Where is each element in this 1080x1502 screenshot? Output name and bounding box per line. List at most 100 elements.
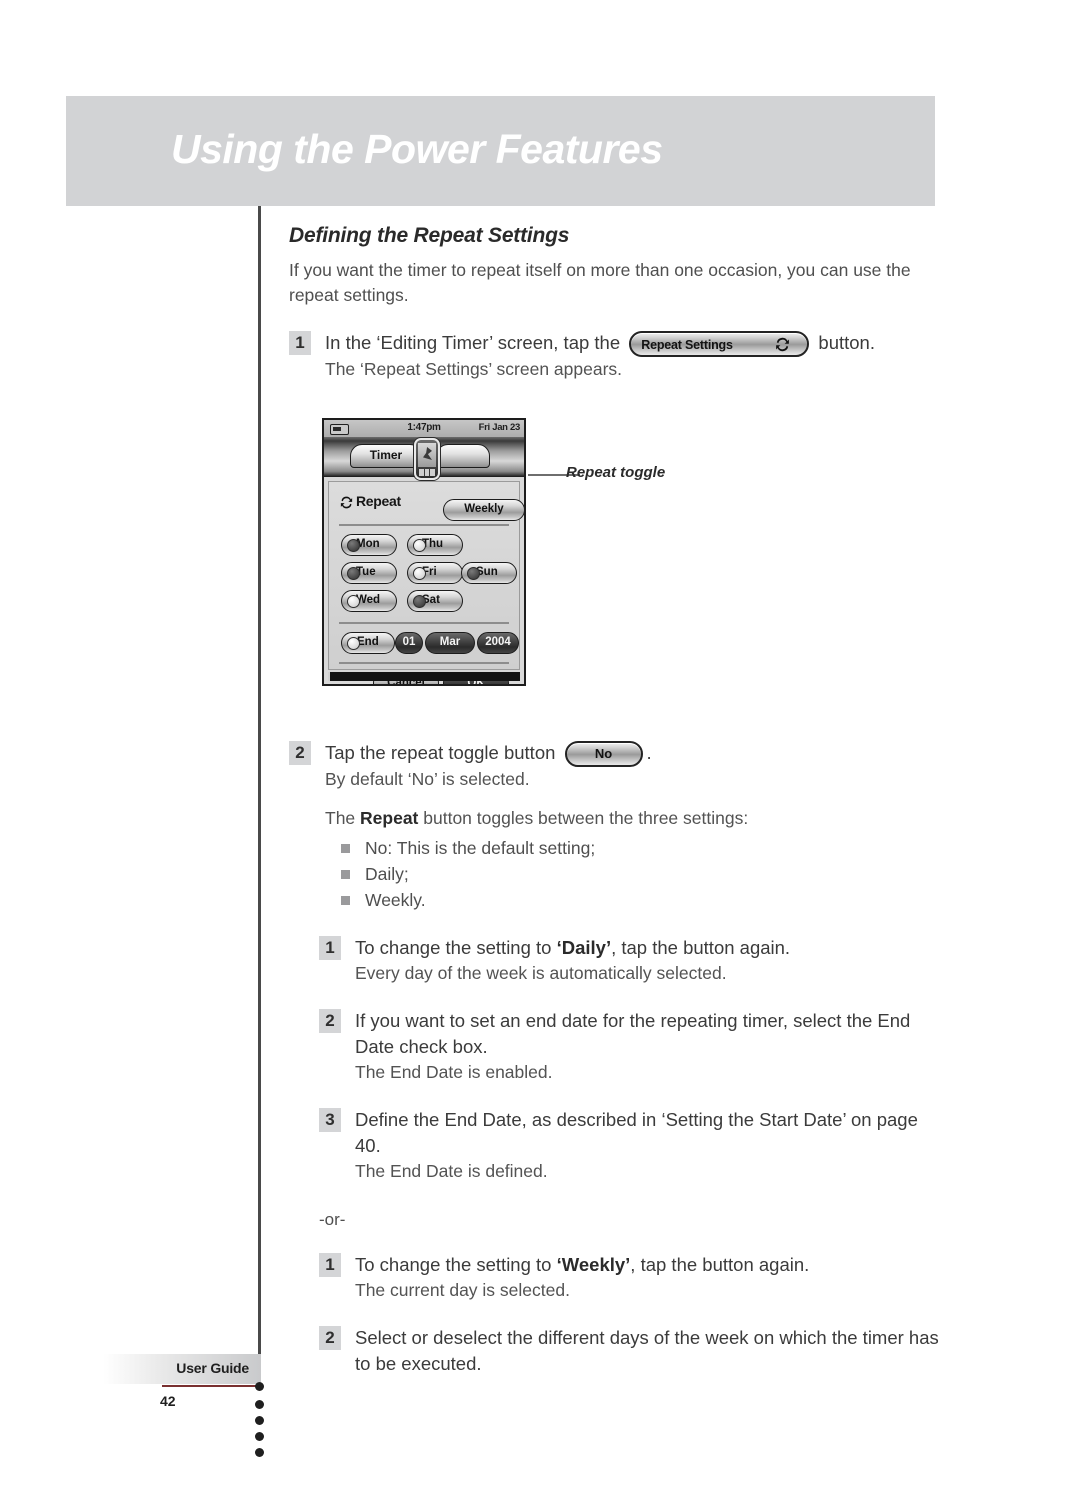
device-repeat-toggle-button[interactable]: Weekly	[443, 499, 524, 521]
step-2-text: Tap the repeat toggle button No .	[325, 740, 939, 768]
repeat-settings-bullet-list: No: This is the default setting; Daily; …	[325, 835, 939, 913]
step-daily-1: 1 To change the setting to ‘Daily’, tap …	[319, 935, 939, 986]
page-number: 42	[160, 1393, 176, 1409]
step-2-note: By default ‘No’ is selected.	[325, 769, 530, 790]
step-1-text: In the ‘Editing Timer’ screen, tap the R…	[325, 330, 939, 358]
list-item: Daily;	[325, 861, 939, 887]
step-daily-2: 2 If you want to set an end date for the…	[319, 1008, 939, 1085]
step-number-badge: 2	[289, 741, 311, 765]
step-2: 2 Tap the repeat toggle button No . By d…	[289, 740, 939, 913]
step-daily-2-text: If you want to set an end date for the r…	[355, 1010, 911, 1058]
weekly-1-before: To change the setting to	[355, 1254, 557, 1276]
repeat-settings-button[interactable]: Repeat Settings	[629, 331, 810, 358]
device-tab-timer-label: Timer	[369, 448, 403, 462]
step-2-text-after: .	[646, 742, 652, 763]
device-day-thu-indicator	[413, 539, 426, 552]
device-day-mon[interactable]: Mon	[341, 534, 397, 556]
device-end-date-year[interactable]: 2004	[477, 632, 519, 654]
content-column-lower: 2 Tap the repeat toggle button No . By d…	[289, 740, 939, 1377]
device-tab-bar: Timer	[324, 437, 524, 480]
step-daily-3-note: The End Date is defined.	[355, 1161, 548, 1182]
step-1-note: The ‘Repeat Settings’ screen appears.	[325, 359, 623, 380]
step-weekly-1-note: The current day is selected.	[355, 1280, 570, 1301]
step-daily-1-text: To change the setting to ‘Daily’, tap th…	[355, 935, 939, 961]
callout-label-repeat-toggle: Repeat toggle	[566, 464, 666, 481]
step-weekly-1: 1 To change the setting to ‘Weekly’, tap…	[319, 1252, 939, 1303]
square-bullet-icon	[341, 870, 350, 880]
step-number-badge: 2	[319, 1326, 341, 1351]
daily-1-before: To change the setting to	[355, 937, 557, 959]
step-1: 1 In the ‘Editing Timer’ screen, tap the…	[289, 330, 939, 382]
daily-1-after: , tap the button again.	[611, 937, 791, 959]
page-title: Using the Power Features	[171, 126, 663, 172]
step-weekly-2: 2 Select or deselect the different days …	[319, 1325, 939, 1377]
list-item: Weekly.	[325, 887, 939, 913]
device-end-date-checkbox[interactable]: End	[341, 632, 395, 654]
device-day-sun[interactable]: Sun	[461, 562, 517, 584]
device-bottom-bar	[328, 672, 520, 681]
toggle-intro-after: button toggles between the three setting…	[418, 808, 749, 829]
device-tab-timer[interactable]: Timer	[350, 444, 422, 468]
device-divider-top	[339, 524, 509, 526]
device-status-bar: 1:47pm Fri Jan 23	[324, 420, 524, 438]
device-day-wed[interactable]: Wed	[341, 590, 397, 612]
device-end-date-indicator	[347, 637, 360, 650]
step-weekly-1-text: To change the setting to ‘Weekly’, tap t…	[355, 1252, 939, 1278]
left-vertical-rule	[258, 206, 261, 1366]
device-frame: 1:47pm Fri Jan 23 Timer Repeat Weekly Mo…	[322, 418, 526, 686]
device-day-wed-indicator	[347, 595, 360, 608]
device-repeat-toggle-value: Weekly	[464, 503, 504, 515]
device-day-mon-indicator	[347, 539, 360, 552]
device-end-date-month[interactable]: Mar	[425, 632, 475, 654]
step-daily-3: 3 Define the End Date, as described in ‘…	[319, 1107, 939, 1184]
footer-dot	[255, 1432, 264, 1441]
device-divider-bottom	[339, 662, 509, 664]
device-day-sat[interactable]: Sat	[407, 590, 463, 612]
device-end-date-year-value: 2004	[485, 636, 511, 648]
step-daily-2-note: The End Date is enabled.	[355, 1062, 553, 1083]
device-thumbnail-icon	[414, 438, 440, 480]
device-date: Fri Jan 23	[478, 422, 521, 433]
device-thumbnail-screen	[418, 443, 436, 467]
step-number-badge: 1	[319, 1253, 341, 1278]
repeat-arrows-icon	[340, 496, 353, 509]
footer-dot	[255, 1382, 264, 1391]
page-header-band: Using the Power Features	[66, 96, 935, 206]
square-bullet-icon	[341, 896, 350, 906]
footer-underline	[162, 1385, 261, 1387]
step-2-toggle-intro: The Repeat button toggles between the th…	[325, 806, 939, 831]
step-number-badge: 1	[289, 331, 311, 355]
device-repeat-label: Repeat	[356, 493, 401, 509]
step-daily-3-text: Define the End Date, as described in ‘Se…	[355, 1109, 918, 1157]
step-number-badge: 2	[319, 1009, 341, 1034]
repeat-settings-button-label: Repeat Settings	[641, 338, 733, 353]
repeat-arrows-icon	[776, 337, 790, 352]
content-column: Defining the Repeat Settings If you want…	[289, 224, 939, 382]
device-day-tue-indicator	[347, 567, 360, 580]
step-2-text-before: Tap the repeat toggle button	[325, 742, 556, 763]
step-daily-1-note: Every day of the week is automatically s…	[355, 963, 727, 984]
device-day-tue[interactable]: Tue	[341, 562, 397, 584]
device-screen-body: Repeat Weekly Mon Thu Tue Fri Sun Wed Sa…	[328, 481, 524, 684]
device-tab-secondary[interactable]	[436, 444, 490, 468]
device-end-date-day-value: 01	[402, 636, 416, 648]
square-bullet-icon	[341, 844, 350, 854]
device-day-sat-indicator	[413, 595, 426, 608]
footer-label: User Guide	[176, 1360, 249, 1376]
daily-1-bold: ‘Daily’	[556, 937, 612, 959]
device-repeat-row: Repeat Weekly	[339, 491, 524, 521]
repeat-toggle-no-button[interactable]: No	[564, 741, 643, 768]
list-item: No: This is the default setting;	[325, 835, 939, 861]
section-title: Defining the Repeat Settings	[289, 224, 570, 247]
device-day-sun-indicator	[467, 567, 480, 580]
device-day-thu[interactable]: Thu	[407, 534, 463, 556]
toggle-intro-bold: Repeat	[360, 808, 419, 829]
device-thumbnail-keypad	[419, 469, 435, 476]
step-number-badge: 3	[319, 1108, 341, 1133]
device-divider-middle	[339, 622, 509, 624]
device-day-fri[interactable]: Fri	[407, 562, 463, 584]
device-end-date-month-value: Mar	[439, 636, 461, 648]
bullet-text: Weekly.	[365, 890, 426, 911]
device-end-date-day[interactable]: 01	[395, 632, 423, 654]
weekly-1-after: , tap the button again.	[630, 1254, 810, 1276]
